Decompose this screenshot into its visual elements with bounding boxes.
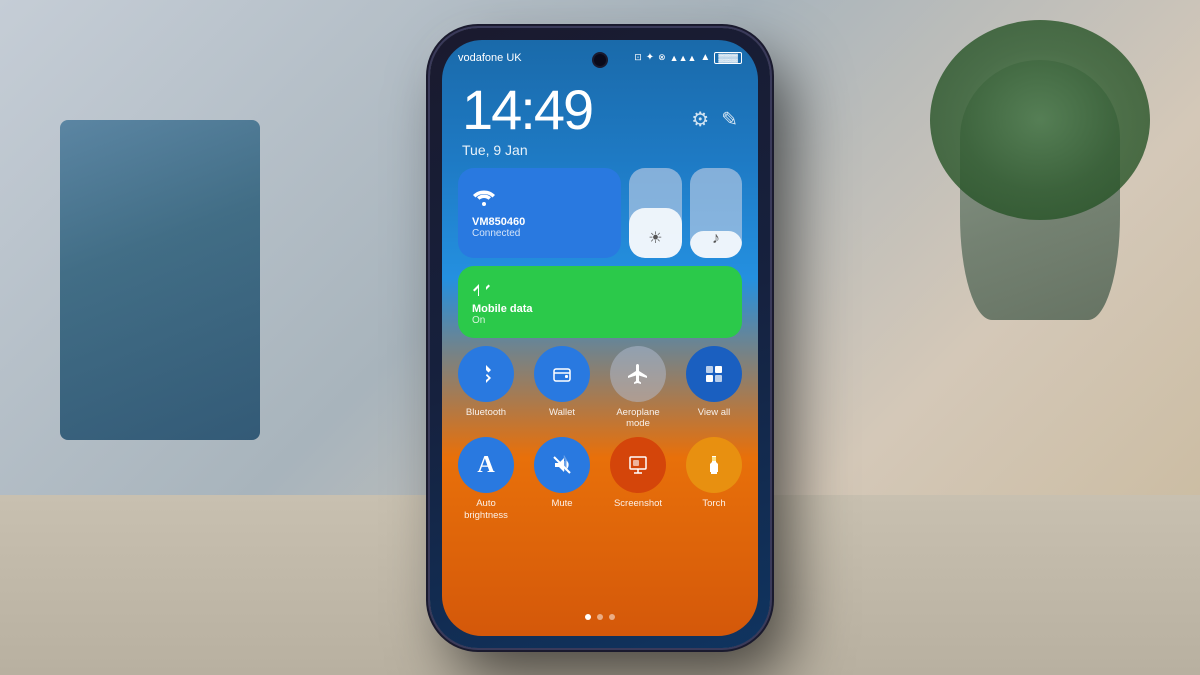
viewall-circle bbox=[686, 346, 742, 402]
bluetooth-circle bbox=[458, 346, 514, 402]
mute-label: Mute bbox=[551, 498, 572, 509]
background-plant-leaves bbox=[930, 20, 1150, 220]
page-dots bbox=[585, 614, 615, 620]
volume-slider[interactable]: ♪ bbox=[690, 168, 742, 258]
mobile-data-name: Mobile data bbox=[472, 303, 533, 315]
phone-screen: vodafone UK ⊡ ✦ ⊗ ▲▲▲ ▲ ▓▓▓ 14:49 Tue, 9… bbox=[442, 40, 758, 636]
viewall-button[interactable]: View all bbox=[686, 346, 742, 430]
autobrightness-circle: A bbox=[458, 437, 514, 493]
settings-icon[interactable]: ⚙ bbox=[691, 107, 709, 132]
autobrightness-button[interactable]: A Autobrightness bbox=[458, 437, 514, 521]
wifi-tile[interactable]: VM850460 Connected bbox=[458, 168, 621, 258]
time-action-icons: ⚙ ✎ bbox=[691, 107, 738, 132]
dot-3 bbox=[609, 614, 615, 620]
autobrightness-label: Autobrightness bbox=[464, 498, 508, 521]
mute-button[interactable]: Mute bbox=[534, 437, 590, 521]
mobile-data-icon bbox=[472, 278, 492, 301]
tiles-row-2: Mobile data On bbox=[458, 266, 742, 338]
wifi-name: VM850460 bbox=[472, 216, 525, 228]
mute-circle bbox=[534, 437, 590, 493]
status-icons: ⊡ ✦ ⊗ ▲▲▲ ▲ ▓▓▓ bbox=[634, 52, 742, 64]
torch-button[interactable]: Torch bbox=[686, 437, 742, 521]
nfc-icon: ⊡ bbox=[634, 52, 642, 63]
bluetooth-label: Bluetooth bbox=[466, 407, 506, 418]
dot-2 bbox=[597, 614, 603, 620]
sliders-group: ☀ ♪ bbox=[629, 168, 742, 258]
mobile-data-status: On bbox=[472, 315, 485, 326]
screenshot-label: Screenshot bbox=[614, 498, 662, 509]
screenshot-button[interactable]: Screenshot bbox=[610, 437, 666, 521]
time-section: 14:49 Tue, 9 Jan ⚙ ✎ bbox=[462, 82, 738, 158]
mobile-data-tile[interactable]: Mobile data On bbox=[458, 266, 742, 338]
data-icon: ⊗ bbox=[658, 52, 666, 63]
torch-circle bbox=[686, 437, 742, 493]
wallet-button[interactable]: Wallet bbox=[534, 346, 590, 430]
aeroplane-label: Aeroplanemode bbox=[616, 407, 659, 430]
bluetooth-button[interactable]: Bluetooth bbox=[458, 346, 514, 430]
signal-icon: ▲▲▲ bbox=[670, 53, 697, 63]
torch-label: Torch bbox=[702, 498, 725, 509]
screenshot-circle bbox=[610, 437, 666, 493]
wallet-circle bbox=[534, 346, 590, 402]
aeroplane-button[interactable]: Aeroplanemode bbox=[610, 346, 666, 430]
wifi-status: Connected bbox=[472, 228, 520, 239]
music-icon: ♪ bbox=[712, 230, 720, 248]
dot-1 bbox=[585, 614, 591, 620]
background-box bbox=[60, 120, 260, 440]
quick-settings-area: VM850460 Connected ☀ ♪ bbox=[458, 168, 742, 596]
time-display: 14:49 bbox=[462, 82, 592, 138]
circle-row-2: A Autobrightness Mute bbox=[458, 437, 742, 521]
tiles-row-1: VM850460 Connected ☀ ♪ bbox=[458, 168, 742, 258]
brightness-slider[interactable]: ☀ bbox=[629, 168, 681, 258]
phone-frame: vodafone UK ⊡ ✦ ⊗ ▲▲▲ ▲ ▓▓▓ 14:49 Tue, 9… bbox=[430, 28, 770, 648]
scene: vodafone UK ⊡ ✦ ⊗ ▲▲▲ ▲ ▓▓▓ 14:49 Tue, 9… bbox=[0, 0, 1200, 675]
circle-row-1: Bluetooth Wallet bbox=[458, 346, 742, 430]
battery-icon: ▓▓▓ bbox=[714, 52, 742, 64]
camera-hole bbox=[594, 54, 606, 66]
carrier-text: vodafone UK bbox=[458, 52, 522, 64]
aeroplane-circle bbox=[610, 346, 666, 402]
brightness-icon: ☀ bbox=[648, 228, 662, 248]
wifi-status-icon: ▲ bbox=[700, 52, 710, 63]
wifi-tile-icon bbox=[472, 186, 496, 212]
bluetooth-status-icon: ✦ bbox=[646, 52, 654, 63]
viewall-label: View all bbox=[698, 407, 731, 418]
date-display: Tue, 9 Jan bbox=[462, 142, 592, 158]
wallet-label: Wallet bbox=[549, 407, 575, 418]
edit-icon[interactable]: ✎ bbox=[721, 107, 738, 132]
